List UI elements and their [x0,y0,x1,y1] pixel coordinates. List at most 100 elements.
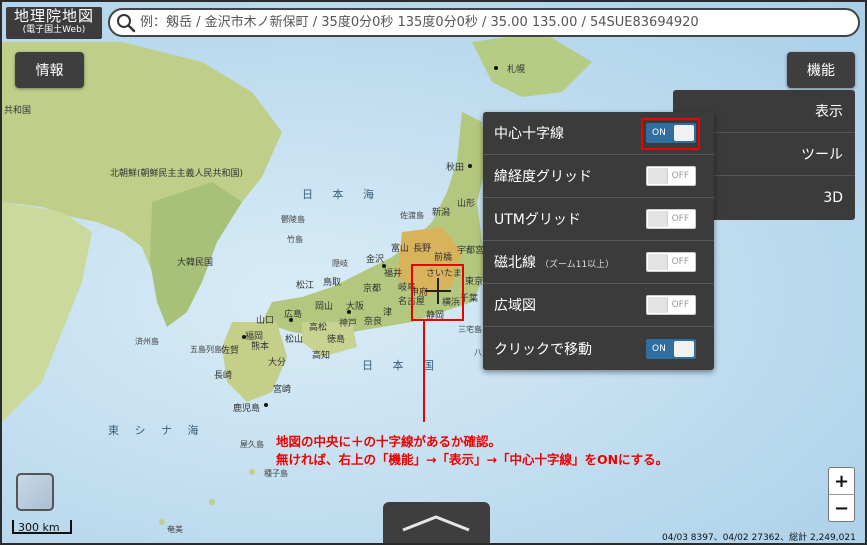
label-oki: 隠岐 [332,259,348,268]
row-label: 広域図 [494,298,536,314]
search-input[interactable] [140,15,840,30]
label-niigata: 新潟 [432,208,451,218]
map-window: 日 本 海 日 本 国 東 シ ナ 海 北朝鮮(朝鮮民主主義人民共和国) 大韓民… [0,0,867,545]
label-akita: 秋田 [446,163,465,173]
label-tottori: 鳥取 [323,278,342,288]
crosshair-icon-vertical [437,278,439,304]
toggle-knob [648,211,668,227]
label-sado: 佐渡島 [400,211,424,220]
display-row-click-move[interactable]: クリックで移動 ON [483,327,714,370]
toggle-knob [648,297,668,313]
label-china: 共和国 [4,106,32,116]
label-hiroshima: 広島 [284,310,303,320]
label-fukui: 福井 [384,269,403,279]
display-row-magnetic-north[interactable]: 磁北線 （ズーム11以上） OFF [483,241,714,284]
label-utsunomiya: 宇都宮 [457,246,485,256]
label-kobe: 神戸 [339,319,358,329]
row-note: （ズーム11以上） [540,260,615,270]
basemap-switch-button[interactable] [16,473,54,511]
chevron-up-icon [402,515,470,532]
search-bar[interactable] [108,8,860,37]
label-miyazaki: 宮崎 [273,385,292,395]
city-dot [264,403,268,407]
annotation-line-1: 地図の中央に＋の十字線があるか確認。 [276,434,502,449]
zoom-out-button[interactable]: − [829,495,854,522]
label-tanegashima: 種子島 [264,469,288,478]
label-nagano: 長野 [413,244,432,254]
label-nagasaki: 長崎 [214,371,233,381]
label-nara: 奈良 [364,317,383,327]
city-dot [494,66,498,70]
toggle-knob [674,340,694,357]
label-tsu: 津 [383,308,393,318]
info-button[interactable]: 情報 [15,52,84,88]
search-icon[interactable] [116,13,136,33]
city-dot [347,310,351,314]
label-ulleung: 鬱陵島 [281,215,305,224]
city-dot [382,264,386,268]
label-takeshima: 竹島 [287,235,303,244]
row-label: UTMグリッド [494,212,581,228]
display-row-overview-map[interactable]: 広域図 OFF [483,284,714,327]
click-move-toggle[interactable]: ON [646,338,696,359]
label-matsue: 松江 [296,281,315,291]
city-dot [289,318,293,322]
row-label: 中心十字線 [494,126,564,142]
label-yamagata: 山形 [457,199,476,209]
label-yamaguchi: 山口 [256,316,275,326]
label-japan-sea: 日 本 海 [302,188,382,201]
label-tokyo: 東京 [465,277,484,287]
label-kyoto: 京都 [363,284,382,294]
label-japan: 日 本 国 [362,359,442,372]
overview-map-toggle[interactable]: OFF [646,295,696,315]
label-toyama: 富山 [391,244,410,254]
app-subtitle: (電子国土Web) [22,25,86,35]
annotation-leader-line [423,321,425,422]
annotation-text: 地図の中央に＋の十字線があるか確認。 無ければ、右上の「機能」→「表示」→「中心… [276,433,668,469]
row-label: クリックで移動 [494,341,592,358]
app-title: 地理院地図 [13,7,94,25]
bottom-drawer-handle[interactable] [383,502,490,543]
label-matsuyama: 松山 [285,335,304,345]
label-yakushima: 屋久島 [240,440,264,449]
label-takamatsu: 高松 [309,323,328,333]
app-logo[interactable]: 地理院地図 (電子国土Web) [6,7,102,39]
city-dot [468,164,472,168]
label-kumamoto: 熊本 [251,342,270,352]
label-kanazawa: 金沢 [366,255,385,265]
row-label-wrap: 磁北線 （ズーム11以上） [494,252,614,272]
utm-grid-toggle[interactable]: OFF [646,209,696,229]
scale-label: 300 km [18,521,60,534]
magnetic-north-toggle[interactable]: OFF [646,252,696,272]
label-oita: 大分 [268,358,287,368]
zoom-control: + − [828,467,855,522]
label-kochi: 高知 [312,351,331,361]
display-panel: 中心十字線 ON 緯経度グリッド OFF UTMグリッド OFF 磁北線 （ズーム… [483,112,714,370]
access-counter: 04/03 8397、04/02 27362、総計 2,249,021 [662,533,856,543]
label-miyake: 三宅島 [458,325,482,334]
label-tokushima: 徳島 [327,335,346,345]
latlon-grid-toggle[interactable]: OFF [646,166,696,186]
label-saga: 佐賀 [221,346,240,356]
label-sapporo: 札幌 [507,65,526,75]
label-kagoshima: 鹿児島 [233,404,261,414]
function-button[interactable]: 機能 [787,52,855,88]
highlight-box [641,118,700,150]
toggle-knob [648,168,668,184]
label-south-korea: 大韓民国 [177,258,214,268]
row-label: 緯経度グリッド [494,169,592,185]
label-east-china-sea: 東 シ ナ 海 [108,424,205,437]
row-label: 磁北線 [494,255,536,271]
label-goto: 五島列島 [190,345,222,354]
display-row-latlon-grid[interactable]: 緯経度グリッド OFF [483,155,714,198]
label-north-korea: 北朝鮮(朝鮮民主主義人民共和国) [110,169,244,179]
zoom-in-button[interactable]: + [829,468,854,495]
toggle-knob [648,254,668,270]
annotation-line-2: 無ければ、右上の「機能」→「表示」→「中心十字線」をONにする。 [276,452,669,467]
display-row-utm-grid[interactable]: UTMグリッド OFF [483,198,714,241]
label-maebashi: 前橋 [434,253,453,263]
label-okayama: 岡山 [315,302,334,312]
label-amami: 奄美 [167,525,183,534]
city-dot [242,335,246,339]
label-jeju: 済州島 [135,337,159,346]
